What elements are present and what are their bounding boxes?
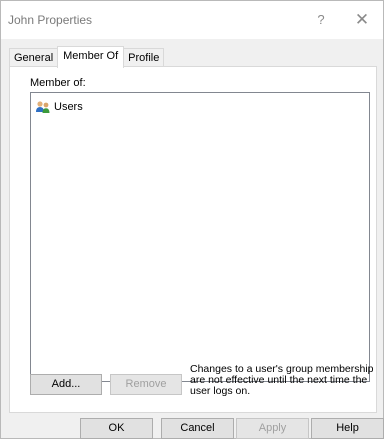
tab-member-of[interactable]: Member Of xyxy=(57,46,125,68)
help-icon[interactable]: ? xyxy=(311,11,331,29)
member-of-label: Member of: xyxy=(30,77,86,89)
tab-general[interactable]: General xyxy=(9,48,59,66)
properties-dialog: John Properties ? ✕ General Member Of Pr… xyxy=(0,0,384,439)
tab-profile[interactable]: Profile xyxy=(123,48,165,66)
add-button[interactable]: Add... xyxy=(30,374,102,395)
close-icon[interactable]: ✕ xyxy=(345,6,379,34)
tab-strip: General Member Of Profile xyxy=(9,46,165,68)
group-icon xyxy=(35,100,51,114)
cancel-button[interactable]: Cancel xyxy=(161,418,234,439)
ok-button[interactable]: OK xyxy=(80,418,153,439)
window-title: John Properties xyxy=(8,13,93,27)
member-of-panel: Member of: Users Add... Remove Changes t… xyxy=(9,66,377,413)
apply-button[interactable]: Apply xyxy=(236,418,309,439)
remove-button[interactable]: Remove xyxy=(110,374,182,395)
member-of-list[interactable]: Users xyxy=(30,92,370,382)
group-name: Users xyxy=(54,101,83,113)
title-bar[interactable]: John Properties ? ✕ xyxy=(1,1,383,39)
list-item[interactable]: Users xyxy=(35,99,83,115)
membership-note: Changes to a user's group membership are… xyxy=(190,363,374,397)
help-button[interactable]: Help xyxy=(311,418,384,439)
